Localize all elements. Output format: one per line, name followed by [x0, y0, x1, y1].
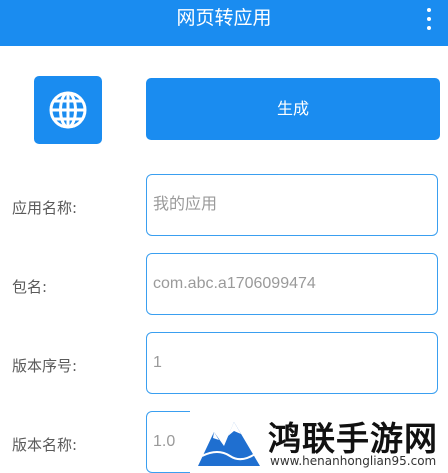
app-bar: 网页转应用 [0, 0, 448, 46]
watermark-url: www.henanhonglian95.com [270, 454, 437, 468]
app-name-label: 应用名称: [12, 199, 78, 217]
app-icon-button[interactable] [34, 76, 102, 144]
mountain-logo-icon [198, 422, 260, 466]
watermark: 鸿联手游网 www.henanhonglian95.com [190, 408, 448, 473]
generate-button[interactable]: 生成 [146, 78, 440, 140]
package-name-field[interactable]: com.abc.a1706099474 [146, 253, 438, 315]
globe-icon [49, 91, 87, 129]
package-name-label: 包名: [12, 278, 48, 296]
app-name-field[interactable]: 我的应用 [146, 174, 438, 236]
version-name-label: 版本名称: [12, 436, 78, 454]
app-title: 网页转应用 [176, 7, 272, 29]
more-vert-icon[interactable] [422, 6, 436, 32]
watermark-title: 鸿联手游网 [268, 419, 438, 458]
version-code-label: 版本序号: [12, 357, 78, 375]
version-code-field[interactable]: 1 [146, 332, 438, 394]
